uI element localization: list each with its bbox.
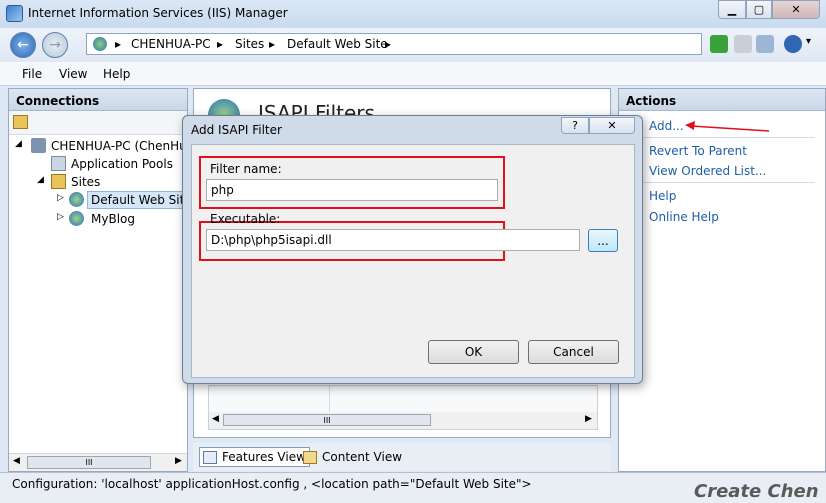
action-help[interactable]: Help <box>649 189 676 203</box>
tab-content-label: Content View <box>322 450 403 464</box>
cancel-button[interactable]: Cancel <box>528 340 619 364</box>
scroll-right-icon[interactable]: ▶ <box>175 456 182 466</box>
refresh-icon[interactable] <box>710 35 728 53</box>
crumb-sites[interactable]: Sites <box>235 37 264 51</box>
action-revert-to-parent[interactable]: Revert To Parent <box>649 144 747 158</box>
scroll-right-icon[interactable]: ▶ <box>585 414 592 424</box>
list-horizontal-scrollbar[interactable]: ◀ III ▶ <box>209 412 597 429</box>
menu-bar: File View Help <box>0 62 826 86</box>
features-view-icon <box>203 451 217 464</box>
filter-name-field[interactable]: php <box>206 179 498 201</box>
address-bar[interactable]: ▸ CHENHUA-PC ▸ Sites ▸ Default Web Site … <box>86 33 702 55</box>
address-separator: ▸ <box>217 37 224 51</box>
help-icon[interactable] <box>784 35 802 53</box>
scroll-left-icon[interactable]: ◀ <box>13 456 20 466</box>
connections-pane: Connections ◢ CHENHUA-PC (ChenHua Applic… <box>8 88 196 472</box>
tab-content-view[interactable]: Content View <box>299 447 406 467</box>
connect-icon[interactable] <box>13 115 28 129</box>
crumb-site[interactable]: Default Web Site <box>287 37 388 51</box>
executable-label: Executable: <box>210 212 281 226</box>
content-view-icon <box>303 451 317 464</box>
filters-list: ◀ III ▶ <box>208 385 598 430</box>
expander-icon[interactable]: ◢ <box>15 139 22 149</box>
view-tabs: Features View Content View <box>193 443 611 471</box>
stop-icon[interactable] <box>734 35 752 53</box>
dialog-help-button[interactable]: ? <box>561 117 589 134</box>
status-bar: Configuration: 'localhost' applicationHo… <box>0 472 826 503</box>
scroll-left-icon[interactable]: ◀ <box>212 414 219 424</box>
tree-myblog[interactable]: MyBlog <box>91 212 135 226</box>
chevron-down-icon[interactable]: ▾ <box>806 36 811 47</box>
dialog-close-button[interactable]: ✕ <box>589 117 635 134</box>
horizontal-scrollbar[interactable]: ◀ III ▶ <box>9 453 187 471</box>
scrollbar-thumb[interactable]: III <box>27 456 151 469</box>
actions-pane: Actions Add... Revert To Parent View Ord… <box>618 88 826 472</box>
maximize-button[interactable]: ▢ <box>746 0 772 19</box>
tab-features-view[interactable]: Features View <box>199 447 310 467</box>
divider <box>629 137 815 138</box>
tree-default-web-site[interactable]: Default Web Site <box>87 191 196 209</box>
back-button[interactable]: ← <box>10 32 36 58</box>
address-separator: ▸ <box>385 37 392 51</box>
window-title: Internet Information Services (IIS) Mana… <box>28 6 288 20</box>
address-separator: ▸ <box>269 37 276 51</box>
browse-button[interactable]: ... <box>588 229 618 252</box>
tab-features-label: Features View <box>222 450 306 464</box>
tree-app-pools[interactable]: Application Pools <box>71 157 173 171</box>
annotation-arrow-head <box>685 121 695 130</box>
executable-field[interactable]: D:\php\php5isapi.dll <box>206 229 580 251</box>
tree-sites[interactable]: Sites <box>71 175 100 189</box>
sites-folder-icon <box>51 174 66 189</box>
expander-icon[interactable]: ◢ <box>37 175 44 185</box>
address-separator: ▸ <box>115 37 122 51</box>
tree-server[interactable]: CHENHUA-PC (ChenHua <box>51 139 185 153</box>
menu-file[interactable]: File <box>22 67 42 81</box>
ok-button[interactable]: OK <box>428 340 519 364</box>
action-online-help[interactable]: Online Help <box>649 210 719 224</box>
action-view-ordered-list[interactable]: View Ordered List... <box>649 164 766 178</box>
website-icon <box>69 192 84 207</box>
expand-arrow-icon[interactable]: ▷ <box>57 193 64 203</box>
website-icon <box>69 211 84 226</box>
divider <box>629 182 815 183</box>
dialog-body: Filter name: php Executable: D:\php\php5… <box>191 144 635 378</box>
annotation-arrow-line <box>690 125 770 132</box>
iis-app-icon <box>6 5 23 22</box>
scrollbar-thumb[interactable]: III <box>223 414 431 426</box>
menu-help[interactable]: Help <box>103 67 130 81</box>
minimize-button[interactable]: ▁ <box>718 0 746 19</box>
annotation-arrow <box>685 121 770 132</box>
globe-icon <box>93 37 107 51</box>
server-icon <box>31 138 46 153</box>
title-bar: Internet Information Services (IIS) Mana… <box>0 0 826 28</box>
action-add[interactable]: Add... <box>649 119 684 133</box>
close-button[interactable]: ✕ <box>772 0 820 19</box>
connections-header: Connections <box>9 89 187 111</box>
app-pools-icon <box>51 156 66 171</box>
status-text: Configuration: 'localhost' applicationHo… <box>12 477 532 491</box>
home-icon[interactable] <box>756 35 774 53</box>
address-toolbar: ← → ▸ CHENHUA-PC ▸ Sites ▸ Default Web S… <box>0 28 826 62</box>
menu-view[interactable]: View <box>59 67 87 81</box>
actions-header: Actions <box>619 89 825 111</box>
crumb-server[interactable]: CHENHUA-PC <box>131 37 211 51</box>
forward-button[interactable]: → <box>42 32 68 58</box>
dialog-title: Add ISAPI Filter <box>191 123 282 137</box>
watermark: Create Chen <box>694 481 819 502</box>
expand-arrow-icon[interactable]: ▷ <box>57 212 64 222</box>
filter-name-label: Filter name: <box>210 162 282 176</box>
connections-toolbar <box>9 111 187 135</box>
add-isapi-filter-dialog: Add ISAPI Filter ? ✕ Filter name: php Ex… <box>182 115 643 384</box>
